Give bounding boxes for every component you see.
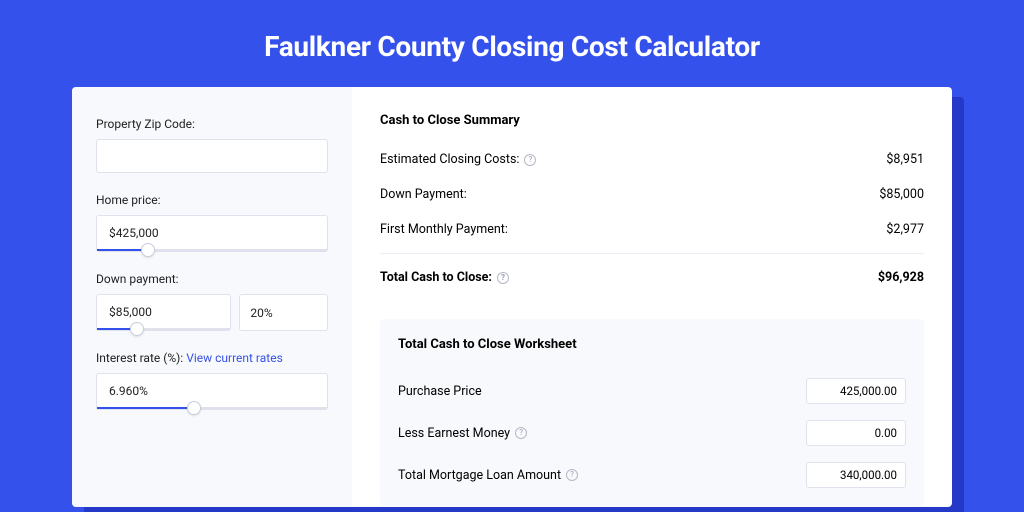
zip-group: Property Zip Code: — [96, 117, 328, 173]
summary-label-down: Down Payment: — [380, 187, 467, 202]
worksheet-label-purchase: Purchase Price — [398, 384, 482, 399]
worksheet-row-earnest: Less Earnest Money ? 0.00 — [398, 412, 906, 454]
down-payment-value: $85,000 — [97, 295, 230, 329]
home-price-group: Home price: $425,000 — [96, 193, 328, 252]
worksheet-label-mortgage: Total Mortgage Loan Amount — [398, 468, 561, 483]
summary-value-total: $96,928 — [878, 270, 924, 285]
interest-group: Interest rate (%): View current rates 6.… — [96, 351, 328, 410]
home-price-thumb[interactable] — [141, 243, 155, 257]
worksheet-row-purchase: Purchase Price 425,000.00 — [398, 370, 906, 412]
summary-value-closing: $8,951 — [886, 152, 924, 167]
summary-row-monthly: First Monthly Payment: $2,977 — [380, 216, 924, 251]
down-payment-thumb[interactable] — [130, 322, 144, 336]
view-rates-link[interactable]: View current rates — [186, 351, 283, 365]
page-title: Faulkner County Closing Cost Calculator — [264, 30, 760, 63]
interest-label: Interest rate (%): — [96, 351, 183, 365]
summary-value-down: $85,000 — [879, 187, 924, 202]
home-price-slider[interactable]: $425,000 — [96, 215, 328, 252]
home-price-value: $425,000 — [97, 216, 327, 250]
inputs-panel: Property Zip Code: Home price: $425,000 … — [72, 87, 352, 507]
down-payment-percent[interactable]: 20% — [239, 294, 328, 331]
worksheet-value-purchase[interactable]: 425,000.00 — [806, 378, 906, 404]
summary-block: Cash to Close Summary Estimated Closing … — [380, 113, 924, 307]
down-payment-group: Down payment: $85,000 20% — [96, 272, 328, 331]
worksheet-label-earnest: Less Earnest Money — [398, 426, 510, 441]
interest-slider[interactable]: 6.960% — [96, 373, 328, 410]
summary-label-monthly: First Monthly Payment: — [380, 222, 508, 237]
summary-value-monthly: $2,977 — [886, 222, 924, 237]
down-payment-slider[interactable]: $85,000 — [96, 294, 231, 331]
worksheet-block: Total Cash to Close Worksheet Purchase P… — [380, 319, 924, 506]
help-icon[interactable]: ? — [497, 272, 509, 284]
summary-row-down: Down Payment: $85,000 — [380, 181, 924, 216]
results-panel: Cash to Close Summary Estimated Closing … — [352, 87, 952, 507]
down-payment-label: Down payment: — [96, 272, 328, 286]
summary-label-total: Total Cash to Close: — [380, 270, 492, 285]
summary-row-total: Total Cash to Close: ? $96,928 — [380, 264, 924, 299]
home-price-label: Home price: — [96, 193, 328, 207]
help-icon[interactable]: ? — [515, 427, 527, 439]
help-icon[interactable]: ? — [566, 469, 578, 481]
calculator-card: Property Zip Code: Home price: $425,000 … — [72, 87, 952, 507]
interest-label-row: Interest rate (%): View current rates — [96, 351, 328, 365]
interest-value: 6.960% — [97, 374, 327, 408]
zip-label: Property Zip Code: — [96, 117, 328, 131]
zip-input[interactable] — [96, 139, 328, 173]
help-icon[interactable]: ? — [524, 154, 536, 166]
worksheet-title: Total Cash to Close Worksheet — [398, 337, 906, 352]
interest-thumb[interactable] — [187, 401, 201, 415]
worksheet-value-earnest[interactable]: 0.00 — [806, 420, 906, 446]
summary-title: Cash to Close Summary — [380, 113, 924, 128]
summary-label-closing: Estimated Closing Costs: — [380, 152, 519, 167]
worksheet-value-mortgage[interactable]: 340,000.00 — [806, 462, 906, 488]
worksheet-row-mortgage: Total Mortgage Loan Amount ? 340,000.00 — [398, 454, 906, 496]
summary-row-closing: Estimated Closing Costs: ? $8,951 — [380, 146, 924, 181]
interest-fill — [97, 407, 194, 409]
calculator-wrap: Property Zip Code: Home price: $425,000 … — [72, 87, 952, 507]
summary-divider — [380, 253, 924, 254]
